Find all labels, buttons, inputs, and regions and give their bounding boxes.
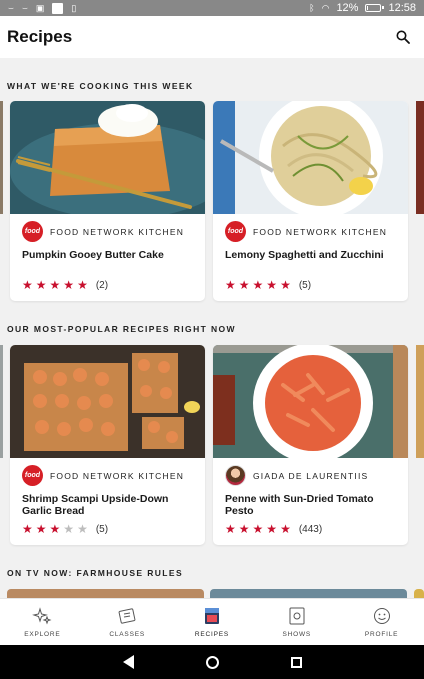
- rating-count: (5): [95, 523, 109, 535]
- star-filled-icon: ★: [49, 278, 61, 292]
- recipe-image: [213, 101, 408, 214]
- recent-apps-icon[interactable]: [290, 656, 302, 668]
- amazon-icon: ⌣: [21, 2, 28, 13]
- star-empty-icon: ★: [77, 522, 88, 536]
- rating-count: (443): [298, 523, 323, 535]
- food-network-logo: food: [22, 465, 43, 486]
- star-empty-icon: ★: [63, 522, 75, 536]
- food-network-logo: food: [22, 221, 43, 242]
- star-filled-icon: ★: [77, 278, 88, 292]
- star-rating: ★ ★ ★ ★ ★ (2): [22, 279, 108, 291]
- recipe-card[interactable]: GIADA DE LAURENTIIS Penne with Sun-Dried…: [213, 345, 408, 545]
- source-name: FOOD NETWORK KITCHEN: [50, 226, 185, 237]
- star-filled-icon: ★: [22, 278, 33, 292]
- section-title: WHAT WE'RE COOKING THIS WEEK: [7, 81, 194, 91]
- nav-label: EXPLORE: [24, 631, 61, 638]
- recipe-source: food FOOD NETWORK KITCHEN: [22, 221, 184, 242]
- image-icon: ▣: [35, 2, 45, 13]
- recipe-source: food FOOD NETWORK KITCHEN: [225, 221, 387, 242]
- app-header: Recipes: [0, 16, 424, 58]
- explore-stars-icon: [32, 606, 52, 626]
- nav-explore[interactable]: EXPLORE: [0, 599, 85, 645]
- next-card-peek[interactable]: [416, 101, 424, 214]
- page-title: Recipes: [7, 27, 73, 46]
- nav-label: RECIPES: [194, 631, 230, 638]
- recipe-source: GIADA DE LAURENTIIS: [225, 465, 368, 486]
- chef-avatar: [225, 465, 246, 486]
- star-rating: ★ ★ ★ ★ ★ (5): [225, 279, 311, 291]
- next-card-peek[interactable]: [416, 345, 424, 458]
- section-title: ON TV NOW: FARMHOUSE RULES: [7, 568, 184, 578]
- star-filled-icon: ★: [35, 522, 47, 536]
- recipe-title: Penne with Sun-Dried Tomato Pesto: [225, 493, 374, 517]
- previous-card-peek[interactable]: [0, 101, 3, 214]
- nav-label: PROFILE: [364, 631, 399, 638]
- card-carousel[interactable]: food FOOD NETWORK KITCHEN Shrimp Scampi …: [0, 345, 424, 545]
- profile-face-icon: [372, 606, 392, 626]
- recipe-card[interactable]: food FOOD NETWORK KITCHEN Pumpkin Gooey …: [10, 101, 205, 301]
- card-carousel[interactable]: food FOOD NETWORK KITCHEN Pumpkin Gooey …: [0, 101, 424, 301]
- star-filled-icon: ★: [266, 522, 278, 536]
- bluetooth-icon: ᛒ: [309, 2, 315, 13]
- bottom-navigation: EXPLORE CLASSES RECIPES SHOWS PROFILE: [0, 598, 424, 645]
- nav-profile[interactable]: PROFILE: [339, 599, 424, 645]
- status-bar: ⌣ ⌣ ▣ ▯ ᛒ ◠ 12% 12:58: [0, 0, 424, 16]
- previous-card-peek[interactable]: [0, 345, 3, 458]
- star-filled-icon: ★: [238, 522, 250, 536]
- star-filled-icon: ★: [266, 278, 278, 292]
- home-icon[interactable]: [205, 655, 219, 669]
- food-network-logo: food: [225, 221, 246, 242]
- star-filled-icon: ★: [252, 522, 264, 536]
- recipe-title: Lemony Spaghetti and Zucchini: [225, 249, 384, 261]
- recipe-source: food FOOD NETWORK KITCHEN: [22, 465, 184, 486]
- battery-icon: [365, 4, 385, 12]
- star-filled-icon: ★: [63, 278, 75, 292]
- section-title: OUR MOST-POPULAR RECIPES RIGHT NOW: [7, 324, 236, 334]
- app-notification-icon: [52, 2, 64, 14]
- recipe-image: [10, 345, 205, 458]
- book-icon: ▯: [71, 2, 77, 13]
- search-button[interactable]: [389, 23, 417, 51]
- clock: 12:58: [388, 2, 416, 14]
- wifi-icon: ◠: [321, 2, 330, 13]
- recipe-image: [10, 101, 205, 214]
- recipe-image: [213, 345, 408, 458]
- recipe-title: Shrimp Scampi Upside-Down Garlic Bread: [22, 493, 169, 517]
- recipe-card[interactable]: food FOOD NETWORK KITCHEN Lemony Spaghet…: [213, 101, 408, 301]
- recipes-book-icon: [202, 606, 222, 626]
- star-filled-icon: ★: [280, 522, 291, 536]
- source-name: FOOD NETWORK KITCHEN: [50, 470, 185, 481]
- battery-percent: 12%: [336, 2, 359, 14]
- star-filled-icon: ★: [225, 278, 236, 292]
- nav-label: CLASSES: [109, 631, 145, 638]
- system-navigation-bar: [0, 645, 424, 679]
- rating-count: (2): [95, 279, 109, 291]
- nav-label: SHOWS: [282, 631, 312, 638]
- star-filled-icon: ★: [49, 522, 61, 536]
- source-name: GIADA DE LAURENTIIS: [253, 470, 369, 481]
- recipe-card[interactable]: food FOOD NETWORK KITCHEN Shrimp Scampi …: [10, 345, 205, 545]
- battery-fill: [367, 6, 369, 10]
- classes-ticket-icon: [117, 606, 137, 626]
- source-name: FOOD NETWORK KITCHEN: [253, 226, 388, 237]
- nav-classes[interactable]: CLASSES: [85, 599, 170, 645]
- star-filled-icon: ★: [280, 278, 291, 292]
- star-filled-icon: ★: [252, 278, 264, 292]
- star-filled-icon: ★: [225, 522, 236, 536]
- star-rating: ★ ★ ★ ★ ★ (5): [22, 523, 108, 535]
- shows-tv-icon: [287, 606, 307, 626]
- search-icon: [396, 30, 410, 44]
- nav-shows[interactable]: SHOWS: [254, 599, 339, 645]
- star-rating: ★ ★ ★ ★ ★ (443): [225, 523, 322, 535]
- star-filled-icon: ★: [238, 278, 250, 292]
- nav-recipes[interactable]: RECIPES: [170, 599, 255, 645]
- star-filled-icon: ★: [22, 522, 33, 536]
- recipe-title: Pumpkin Gooey Butter Cake: [22, 249, 164, 261]
- amazon-icon: ⌣: [8, 2, 14, 13]
- back-icon[interactable]: [122, 655, 134, 669]
- rating-count: (5): [298, 279, 312, 291]
- notification-icons: ⌣ ⌣ ▣ ▯: [8, 2, 77, 14]
- star-filled-icon: ★: [35, 278, 47, 292]
